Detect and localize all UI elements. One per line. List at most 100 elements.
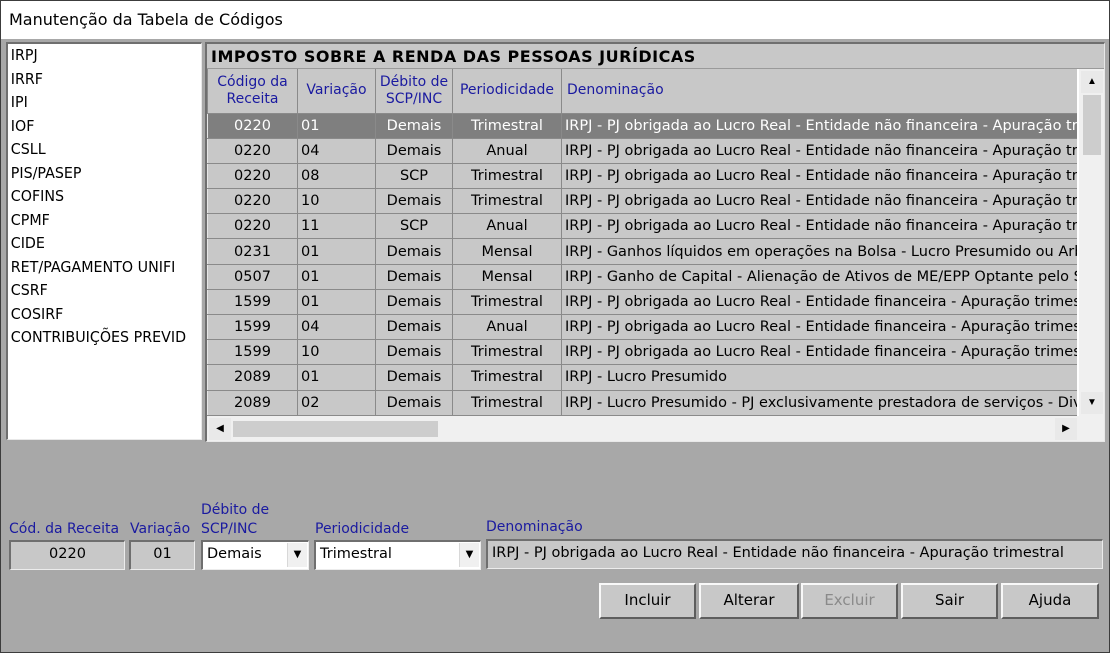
cell-periodicidade[interactable]: Trimestral bbox=[452, 288, 562, 316]
table-row[interactable]: 1599 01 Demais Trimestral IRPJ - PJ obrigada… bbox=[207, 288, 1077, 316]
cell-periodicidade[interactable]: Trimestral bbox=[452, 364, 562, 391]
col-header-denominacao[interactable]: Denominação bbox=[561, 69, 1077, 114]
cell-denominacao[interactable]: IRPJ - PJ obrigada ao Lucro Real - Entid… bbox=[561, 137, 1077, 164]
cell-variacao[interactable]: 08 bbox=[297, 162, 376, 190]
cell-periodicidade[interactable]: Trimestral bbox=[452, 389, 562, 416]
cell-debito[interactable]: Demais bbox=[375, 263, 453, 290]
cell-denominacao[interactable]: IRPJ - PJ obrigada ao Lucro Real - Entid… bbox=[561, 313, 1077, 341]
cell-codigo[interactable]: 0507 bbox=[207, 263, 298, 290]
cell-debito[interactable]: Demais bbox=[375, 238, 453, 265]
cell-codigo[interactable]: 2089 bbox=[207, 364, 298, 391]
tax-list-item[interactable]: CIDE bbox=[8, 232, 186, 256]
table-row[interactable]: 1599 04 Demais Anual IRPJ - PJ obrigada ao L… bbox=[207, 313, 1077, 341]
table-row[interactable]: 0231 01 Demais Mensal IRPJ - Ganhos líquidos… bbox=[207, 238, 1077, 265]
tax-list-item[interactable]: COSIRF bbox=[8, 303, 186, 327]
cell-codigo[interactable]: 0231 bbox=[207, 238, 298, 265]
col-header-debito[interactable]: Débito de SCP/INC bbox=[375, 69, 453, 114]
cell-codigo[interactable]: 0220 bbox=[207, 213, 298, 240]
col-header-variacao[interactable]: Variação bbox=[297, 69, 376, 114]
arrow-right-icon[interactable]: ▶ bbox=[1055, 418, 1077, 440]
cell-variacao[interactable]: 10 bbox=[297, 188, 376, 215]
tax-list-item[interactable]: IRPJ bbox=[8, 44, 186, 68]
tax-list-item[interactable]: CONTRIBUIÇÕES PREVID bbox=[8, 326, 186, 350]
cell-codigo[interactable]: 0220 bbox=[207, 137, 298, 164]
cell-denominacao[interactable]: IRPJ - Lucro Presumido bbox=[561, 364, 1077, 391]
table-row[interactable]: 2089 01 Demais Trimestral IRPJ - Lucro Presu… bbox=[207, 364, 1077, 391]
cell-debito[interactable]: Demais bbox=[375, 288, 453, 316]
table-row[interactable]: 0220 01 Demais Trimestral IRPJ - PJ obrigada… bbox=[207, 112, 1077, 139]
cell-debito[interactable]: Demais bbox=[375, 112, 453, 139]
cell-variacao[interactable]: 01 bbox=[297, 112, 376, 139]
cell-denominacao[interactable]: IRPJ - PJ obrigada ao Lucro Real - Entid… bbox=[561, 213, 1077, 240]
tax-list[interactable]: IRPJ IRRF IPI IOF CSLL PIS/PASEP COFINS … bbox=[6, 42, 202, 440]
cell-denominacao[interactable]: IRPJ - Lucro Presumido - PJ exclusivamen… bbox=[561, 389, 1077, 416]
tax-list-item[interactable]: COFINS bbox=[8, 185, 186, 209]
arrow-up-icon[interactable]: ▲ bbox=[1081, 71, 1103, 93]
cell-periodicidade[interactable]: Trimestral bbox=[452, 162, 562, 190]
arrow-down-icon[interactable]: ▼ bbox=[1081, 392, 1103, 414]
periodicidade-select[interactable]: Trimestral ▼ bbox=[314, 540, 481, 570]
cell-debito[interactable]: Demais bbox=[375, 137, 453, 164]
denominacao-field[interactable]: IRPJ - PJ obrigada ao Lucro Real - Entid… bbox=[486, 539, 1103, 569]
cell-denominacao[interactable]: IRPJ - PJ obrigada ao Lucro Real - Entid… bbox=[561, 339, 1077, 366]
cell-denominacao[interactable]: IRPJ - Ganhos líquidos em operações na B… bbox=[561, 238, 1077, 265]
tax-list-item[interactable]: RET/PAGAMENTO UNIFI bbox=[8, 256, 186, 280]
cell-periodicidade[interactable]: Trimestral bbox=[452, 339, 562, 366]
cell-periodicidade[interactable]: Mensal bbox=[452, 263, 562, 290]
chevron-down-icon[interactable]: ▼ bbox=[459, 543, 479, 567]
cod-receita-field[interactable]: 0220 bbox=[9, 540, 125, 570]
cell-periodicidade[interactable]: Trimestral bbox=[452, 112, 562, 139]
tax-list-item[interactable]: CSLL bbox=[8, 138, 186, 162]
cell-variacao[interactable]: 01 bbox=[297, 288, 376, 316]
table-row[interactable]: 0220 10 Demais Trimestral IRPJ - PJ obrigada… bbox=[207, 188, 1077, 215]
cell-variacao[interactable]: 01 bbox=[297, 364, 376, 391]
cell-debito[interactable]: Demais bbox=[375, 188, 453, 215]
table-row[interactable]: 0220 04 Demais Anual IRPJ - PJ obrigada ao L… bbox=[207, 137, 1077, 164]
cell-codigo[interactable]: 1599 bbox=[207, 288, 298, 316]
horizontal-scroll-thumb[interactable] bbox=[233, 421, 438, 437]
variacao-field[interactable]: 01 bbox=[129, 540, 195, 570]
cell-variacao[interactable]: 01 bbox=[297, 263, 376, 290]
tax-list-item[interactable]: IOF bbox=[8, 115, 186, 139]
cell-debito[interactable]: SCP bbox=[375, 213, 453, 240]
cell-variacao[interactable]: 10 bbox=[297, 339, 376, 366]
tax-list-item[interactable]: CSRF bbox=[8, 279, 186, 303]
tax-list-item[interactable]: IPI bbox=[8, 91, 186, 115]
debito-select[interactable]: Demais ▼ bbox=[201, 540, 309, 570]
cell-codigo[interactable]: 2089 bbox=[207, 389, 298, 416]
tax-list-item[interactable]: CPMF bbox=[8, 209, 186, 233]
table-row[interactable]: 0220 11 SCP Anual IRPJ - PJ obrigada ao Lucr… bbox=[207, 213, 1077, 240]
table-row[interactable]: 2089 02 Demais Trimestral IRPJ - Lucro Presu… bbox=[207, 389, 1077, 416]
cell-debito[interactable]: SCP bbox=[375, 162, 453, 190]
sair-button[interactable]: Sair bbox=[901, 583, 998, 619]
cell-periodicidade[interactable]: Trimestral bbox=[452, 188, 562, 215]
table-row[interactable]: 1599 10 Demais Trimestral IRPJ - PJ obrigada… bbox=[207, 339, 1077, 366]
chevron-down-icon[interactable]: ▼ bbox=[287, 543, 307, 567]
cell-debito[interactable]: Demais bbox=[375, 313, 453, 341]
col-header-periodicidade[interactable]: Periodicidade bbox=[452, 69, 562, 114]
cell-denominacao[interactable]: IRPJ - PJ obrigada ao Lucro Real - Entid… bbox=[561, 112, 1077, 139]
tax-list-item[interactable]: IRRF bbox=[8, 68, 186, 92]
vertical-scroll-thumb[interactable] bbox=[1083, 95, 1101, 155]
cell-debito[interactable]: Demais bbox=[375, 389, 453, 416]
vertical-scrollbar[interactable]: ▲ ▼ bbox=[1079, 69, 1104, 416]
horizontal-scrollbar[interactable]: ◀ ▶ bbox=[207, 416, 1079, 441]
tax-list-item[interactable]: PIS/PASEP bbox=[8, 162, 186, 186]
cell-periodicidade[interactable]: Mensal bbox=[452, 238, 562, 265]
cell-variacao[interactable]: 01 bbox=[297, 238, 376, 265]
cell-periodicidade[interactable]: Anual bbox=[452, 213, 562, 240]
cell-denominacao[interactable]: IRPJ - Ganho de Capital - Alienação de A… bbox=[561, 263, 1077, 290]
cell-debito[interactable]: Demais bbox=[375, 364, 453, 391]
cell-variacao[interactable]: 04 bbox=[297, 137, 376, 164]
table-row[interactable]: 0507 01 Demais Mensal IRPJ - Ganho de Capita… bbox=[207, 263, 1077, 290]
cell-variacao[interactable]: 02 bbox=[297, 389, 376, 416]
cell-variacao[interactable]: 11 bbox=[297, 213, 376, 240]
cell-periodicidade[interactable]: Anual bbox=[452, 137, 562, 164]
cell-variacao[interactable]: 04 bbox=[297, 313, 376, 341]
excluir-button[interactable]: Excluir bbox=[801, 583, 898, 619]
cell-codigo[interactable]: 1599 bbox=[207, 339, 298, 366]
cell-codigo[interactable]: 0220 bbox=[207, 162, 298, 190]
cell-codigo[interactable]: 1599 bbox=[207, 313, 298, 341]
arrow-left-icon[interactable]: ◀ bbox=[209, 418, 231, 440]
cell-codigo[interactable]: 0220 bbox=[207, 112, 298, 139]
